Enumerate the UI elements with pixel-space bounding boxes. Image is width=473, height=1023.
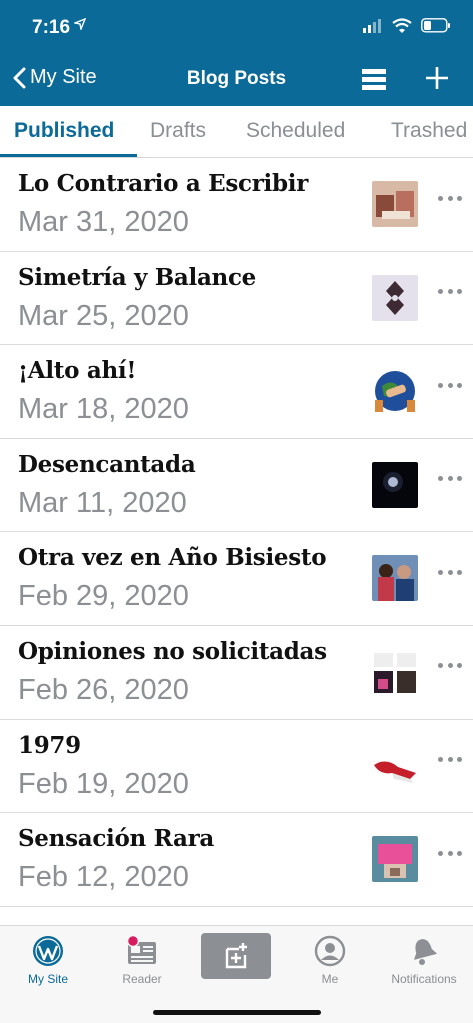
menu-button[interactable] <box>362 68 386 90</box>
tab-my-site[interactable]: My Site <box>3 934 93 986</box>
post-date: Feb 29, 2020 <box>18 580 189 613</box>
post-date: Feb 19, 2020 <box>18 767 189 800</box>
list-item[interactable]: 1979 Feb 19, 2020 <box>0 720 473 814</box>
status-icons <box>363 18 451 33</box>
tab-scheduled[interactable]: Scheduled <box>246 119 345 143</box>
person-icon <box>314 935 346 967</box>
back-button[interactable]: My Site <box>12 66 97 89</box>
list-item[interactable]: Sensación Rara Feb 12, 2020 <box>0 813 473 907</box>
post-thumbnail <box>372 555 418 602</box>
post-title: Desencantada <box>18 450 196 478</box>
post-date: Mar 25, 2020 <box>18 299 189 332</box>
post-title: Simetría y Balance <box>18 263 257 291</box>
wifi-icon <box>392 18 412 33</box>
new-post-icon <box>225 943 247 969</box>
list-item[interactable]: ¡Alto ahí! Mar 18, 2020 <box>0 345 473 439</box>
more-options-button[interactable] <box>438 755 462 765</box>
status-time: 7:16 <box>32 17 71 38</box>
post-thumbnail <box>372 742 418 789</box>
location-arrow-icon <box>72 17 87 33</box>
post-date: Feb 12, 2020 <box>18 861 189 894</box>
status-bar: 7:16 <box>0 0 473 52</box>
more-options-button[interactable] <box>438 848 462 858</box>
post-thumbnail <box>372 461 418 508</box>
more-options-button[interactable] <box>438 567 462 577</box>
more-options-button[interactable] <box>438 661 462 671</box>
post-thumbnail <box>372 368 418 415</box>
list-item[interactable]: Otra vez en Año Bisiesto Feb 29, 2020 <box>0 532 473 626</box>
post-title: Opiniones no solicitadas <box>18 637 327 665</box>
tab-me[interactable]: Me <box>285 934 375 986</box>
post-thumbnail <box>372 836 418 883</box>
bell-icon <box>413 939 438 965</box>
post-date: Feb 26, 2020 <box>18 673 189 706</box>
more-options-button[interactable] <box>438 287 462 297</box>
signal-icon <box>363 18 381 33</box>
list-item[interactable]: Opiniones no solicitadas Feb 26, 2020 <box>0 626 473 720</box>
post-title: Sensación Rara <box>18 825 214 853</box>
create-post-button[interactable] <box>424 65 450 91</box>
tab-published[interactable]: Published <box>14 119 114 143</box>
tab-notifications-label: Notifications <box>391 972 457 986</box>
more-options-button[interactable] <box>438 193 462 203</box>
post-title: Lo Contrario a Escribir <box>18 170 309 197</box>
navigation-bar: My Site Blog Posts <box>0 52 473 106</box>
new-post-button[interactable] <box>201 933 271 979</box>
tab-my-site-label: My Site <box>27 972 68 986</box>
back-label: My Site <box>30 66 97 88</box>
list-item[interactable]: Lo Contrario a Escribir Mar 31, 2020 <box>0 158 473 252</box>
list-item[interactable]: Desencantada Mar 11, 2020 <box>0 439 473 533</box>
tab-notifications[interactable]: Notifications <box>379 934 469 986</box>
tab-reader-label: Reader <box>122 972 162 986</box>
tab-reader[interactable]: Reader <box>97 934 187 986</box>
tab-drafts[interactable]: Drafts <box>150 119 206 143</box>
tab-trashed[interactable]: Trashed <box>391 119 467 143</box>
battery-icon <box>421 18 450 33</box>
more-options-button[interactable] <box>438 380 462 390</box>
post-title: ¡Alto ahí! <box>18 357 137 385</box>
post-list[interactable]: Lo Contrario a Escribir Mar 31, 2020 Sim… <box>0 158 473 907</box>
post-thumbnail <box>372 181 418 227</box>
post-title: 1979 <box>18 731 81 759</box>
list-item[interactable]: Simetría y Balance Mar 25, 2020 <box>0 252 473 346</box>
home-indicator <box>153 1010 321 1015</box>
post-thumbnail <box>372 274 418 321</box>
wordpress-icon <box>33 936 63 966</box>
reader-icon <box>126 935 156 964</box>
bottom-tab-bar: My Site Reader Me Notifications <box>0 925 473 1023</box>
post-title: Otra vez en Año Bisiesto <box>18 544 327 572</box>
post-filter-tabs: Published Drafts Scheduled Trashed <box>0 106 473 158</box>
post-thumbnail <box>372 648 418 695</box>
more-options-button[interactable] <box>438 474 462 484</box>
list-icon <box>362 69 386 90</box>
post-date: Mar 18, 2020 <box>18 393 189 426</box>
post-date: Mar 31, 2020 <box>18 206 189 238</box>
tab-me-label: Me <box>321 972 339 986</box>
post-date: Mar 11, 2020 <box>18 486 187 519</box>
active-tab-indicator <box>0 154 137 157</box>
plus-icon <box>426 67 448 89</box>
chevron-left-icon <box>13 67 26 88</box>
